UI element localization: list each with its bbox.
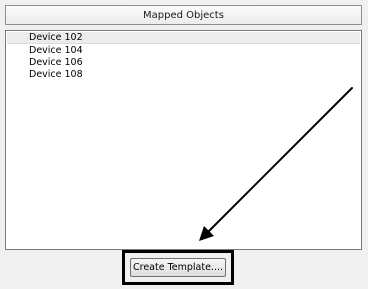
list-item-label: Device 102 (29, 32, 83, 43)
list-item-label: Device 106 (29, 57, 83, 68)
list-item-device-104[interactable]: Device 104 (7, 45, 360, 57)
mapped-objects-list[interactable]: Device 102 Device 104 Device 106 Device … (5, 30, 362, 250)
create-template-highlight: Create Template.... (122, 250, 234, 285)
list-item-device-106[interactable]: Device 106 (7, 57, 360, 69)
create-template-button[interactable]: Create Template.... (130, 258, 226, 277)
list-item-label: Device 108 (29, 69, 83, 80)
mapped-objects-header: Mapped Objects (5, 5, 362, 25)
list-item-label: Device 104 (29, 45, 83, 56)
list-item-device-108[interactable]: Device 108 (7, 69, 360, 81)
mapped-objects-header-label: Mapped Objects (143, 9, 224, 21)
create-template-label: Create Template.... (132, 262, 223, 273)
list-item-device-102[interactable]: Device 102 (7, 32, 360, 44)
